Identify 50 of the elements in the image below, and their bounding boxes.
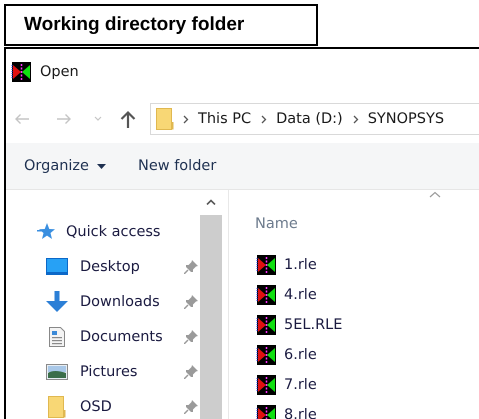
nav-item[interactable]: Documents: [80, 328, 184, 344]
file-icon: [255, 255, 277, 275]
chevron-icon[interactable]: [183, 114, 189, 124]
column-header[interactable]: Name: [255, 216, 298, 232]
nav-item[interactable]: Downloads: [80, 294, 184, 310]
pin-icon[interactable]: [184, 294, 198, 308]
forward-arrow-icon[interactable]: [56, 113, 72, 125]
file-name[interactable]: 4.rle: [284, 287, 317, 303]
new-folder-button[interactable]: New folder: [138, 158, 216, 174]
folder-icon: [48, 396, 66, 418]
organize-button[interactable]: Organize: [24, 158, 106, 174]
pin-icon[interactable]: [184, 364, 198, 378]
file-icon: [255, 405, 277, 419]
scroll-up-icon[interactable]: [206, 199, 216, 205]
window-title: Open: [40, 64, 79, 80]
folder-icon: [156, 108, 174, 130]
up-arrow-icon[interactable]: [120, 110, 136, 128]
file-name[interactable]: 8.rle: [284, 407, 317, 419]
desktop-icon: [46, 258, 68, 275]
chevron-icon[interactable]: [261, 114, 268, 124]
file-icon: [255, 345, 277, 365]
sort-caret-icon[interactable]: [429, 191, 441, 198]
nav-item[interactable]: Desktop: [80, 258, 184, 274]
file-icon: [255, 315, 277, 335]
file-name[interactable]: 7.rle: [284, 377, 317, 393]
caret-icon: [96, 164, 106, 168]
down-arrow-icon: [46, 291, 68, 312]
nav-item[interactable]: Pictures: [80, 364, 184, 380]
address-bar[interactable]: This PC Data (D:) SYNOPSYS: [150, 103, 479, 135]
pin-icon[interactable]: [184, 400, 198, 414]
file-name[interactable]: 6.rle: [284, 347, 317, 363]
file-name[interactable]: 1.rle: [284, 257, 317, 273]
nav-item[interactable]: OSD: [80, 398, 184, 414]
section-header[interactable]: Quick access: [66, 224, 198, 240]
dropdown-caret-icon[interactable]: [94, 116, 102, 122]
picture-icon: [46, 364, 68, 380]
back-arrow-icon[interactable]: [14, 113, 30, 125]
breadcrumb[interactable]: SYNOPSYS: [368, 111, 444, 127]
pin-icon[interactable]: [184, 330, 198, 344]
pin-icon[interactable]: [184, 260, 198, 274]
document-icon: [49, 326, 65, 346]
file-icon: [255, 285, 277, 305]
app-icon: [10, 62, 32, 82]
caption-label: Working directory folder: [4, 4, 318, 46]
breadcrumb[interactable]: This PC: [198, 111, 252, 127]
star-icon: [37, 223, 55, 240]
file-name[interactable]: 5EL.RLE: [284, 317, 342, 333]
chevron-icon[interactable]: [352, 114, 359, 124]
file-icon: [255, 375, 277, 395]
breadcrumb[interactable]: Data (D:): [276, 111, 343, 127]
